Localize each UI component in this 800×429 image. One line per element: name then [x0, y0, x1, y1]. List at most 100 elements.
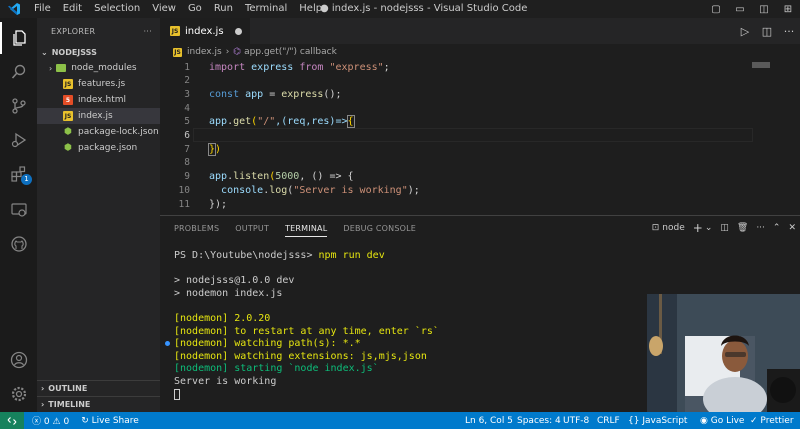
code-line: 2 [184, 75, 190, 87]
go-live-button[interactable]: ◉ Go Live [700, 416, 744, 426]
tab-terminal[interactable]: TERMINAL [285, 224, 328, 237]
folder-icon [56, 64, 67, 72]
menu-edit[interactable]: Edit [57, 0, 88, 18]
menu-file[interactable]: File [28, 0, 57, 18]
terminal-output[interactable]: PS D:\Youtube\nodejsss> npm run dev > no… [174, 250, 439, 401]
explorer-sidebar: EXPLORER ··· ⌄ NODEJSSS › node_modules J… [37, 18, 160, 412]
terminal-line: [nodemon] 2.0.20 [174, 312, 271, 324]
code-line: 11 }); [178, 198, 228, 210]
indentation[interactable]: Spaces: 4 [517, 416, 561, 426]
terminal-line: [nodemon] to restart at any time, enter … [174, 325, 439, 337]
tree-item-package-json[interactable]: ⬢ package.json [37, 140, 160, 156]
live-share-icon: ↻ [81, 415, 89, 426]
breadcrumb-symbol[interactable]: app.get("/") callback [244, 47, 337, 57]
settings-gear-icon[interactable] [0, 378, 37, 410]
code-line: 3 const app = express(); [184, 88, 342, 100]
run-debug-icon[interactable] [0, 124, 37, 156]
run-icon[interactable]: ▷ [734, 25, 756, 38]
command-decoration-icon [165, 341, 170, 346]
outline-section[interactable]: › OUTLINE [37, 380, 160, 396]
remote-indicator-icon[interactable] [0, 412, 24, 429]
tree-item-package-lock-json[interactable]: ⬢ package-lock.json [37, 124, 160, 140]
terminal-line: PS D:\Youtube\nodejsss> npm run dev [174, 250, 385, 261]
end-of-line[interactable]: CRLF [597, 416, 620, 426]
warning-icon: ⚠ [52, 417, 61, 427]
layout-panel-icon[interactable]: ▭ [728, 4, 752, 15]
tab-output[interactable]: OUTPUT [235, 224, 269, 237]
close-icon[interactable]: ✕ [788, 223, 796, 233]
tree-item-index-html[interactable]: 5 index.html [37, 92, 160, 108]
source-control-icon[interactable] [0, 90, 37, 122]
tree-item-label: features.js [78, 79, 126, 89]
window-controls: ▢ ▭ ◫ ⊞ [704, 0, 800, 18]
webcam-overlay [647, 294, 800, 412]
account-icon[interactable] [0, 344, 37, 376]
code-line: 5 app.get("/",(req,res)=>{ [184, 115, 355, 129]
tab-problems[interactable]: PROBLEMS [174, 224, 219, 237]
code-line: 8 [184, 157, 190, 169]
activity-bar: 1 [0, 18, 37, 412]
encoding[interactable]: UTF-8 [563, 416, 589, 426]
editor-tabs: JS index.js ▷ ◫ ··· [160, 18, 800, 44]
tab-label: index.js [185, 25, 224, 37]
github-icon[interactable] [0, 228, 37, 260]
status-bar: ⓧ 0 ⚠ 0 ↻ Live Share Ln 6, Col 5 Spaces:… [0, 412, 800, 429]
breadcrumb: JS index.js › ⌬ app.get("/") callback [160, 44, 800, 60]
tree-item-label: package.json [78, 143, 138, 153]
breadcrumb-file[interactable]: index.js [187, 47, 222, 57]
extensions-icon[interactable]: 1 [0, 158, 37, 190]
search-icon[interactable] [0, 56, 37, 88]
more-actions-icon[interactable]: ··· [756, 223, 765, 233]
new-terminal-icon[interactable]: + [693, 221, 703, 235]
layout-customize-icon[interactable]: ⊞ [776, 4, 800, 15]
menu-terminal[interactable]: Terminal [239, 0, 293, 18]
workspace-folder[interactable]: ⌄ NODEJSSS [37, 44, 160, 60]
explorer-icon[interactable] [0, 22, 37, 54]
code-line: 4 [184, 102, 190, 114]
live-share-button[interactable]: ↻ Live Share [81, 416, 139, 426]
tab-debug-console[interactable]: DEBUG CONSOLE [343, 224, 416, 237]
terminal-cursor [174, 388, 180, 400]
tree-item-node-modules[interactable]: › node_modules [37, 60, 160, 76]
chevron-down-icon[interactable]: ⌄ [705, 223, 713, 233]
more-actions-icon[interactable]: ··· [778, 25, 800, 38]
problems-status[interactable]: ⓧ 0 ⚠ 0 [32, 414, 69, 427]
more-actions-icon[interactable]: ··· [143, 27, 152, 36]
maximize-panel-icon[interactable]: ⌃ [773, 223, 781, 233]
chevron-right-icon: › [41, 384, 45, 393]
menu-go[interactable]: Go [182, 0, 208, 18]
code-line: 6 [184, 130, 190, 141]
broadcast-icon: ◉ [700, 415, 708, 426]
split-terminal-icon[interactable]: ◫ [720, 223, 729, 233]
panel-tabs: PROBLEMS OUTPUT TERMINAL DEBUG CONSOLE [174, 224, 432, 237]
cursor-position[interactable]: Ln 6, Col 5 [465, 416, 513, 426]
chevron-down-icon: ⌄ [41, 47, 48, 57]
language-mode[interactable]: {} JavaScript [628, 416, 687, 426]
unsaved-dot-icon[interactable] [235, 28, 242, 35]
split-editor-icon[interactable]: ◫ [756, 25, 778, 38]
tree-item-features-js[interactable]: JS features.js [37, 76, 160, 92]
prettier-status[interactable]: ✓ Prettier [750, 416, 794, 426]
menu-view[interactable]: View [146, 0, 182, 18]
layout-split-icon[interactable]: ◫ [752, 4, 776, 15]
layout-toggle-icon[interactable]: ▢ [704, 4, 728, 15]
chevron-right-icon: › [225, 47, 230, 57]
extensions-badge: 1 [21, 174, 32, 185]
code-line: 7 }) [184, 142, 222, 156]
trash-icon[interactable]: 🗑 [737, 223, 748, 233]
terminal-line: [nodemon] starting `node index.js` [174, 363, 379, 375]
terminal-name[interactable]: node [662, 223, 684, 233]
menu-selection[interactable]: Selection [88, 0, 146, 18]
menu-bar: File Edit Selection View Go Run Terminal… [28, 0, 328, 18]
tree-item-index-js[interactable]: JS index.js [37, 108, 160, 124]
remote-explorer-icon[interactable] [0, 194, 37, 226]
chevron-right-icon: › [49, 63, 53, 73]
menu-run[interactable]: Run [208, 0, 239, 18]
terminal-line: [nodemon] watching extensions: js,mjs,js… [174, 350, 427, 362]
timeline-section[interactable]: › TIMELINE [37, 396, 160, 412]
folder-label: NODEJSSS [51, 47, 97, 57]
tab-index-js[interactable]: JS index.js [160, 18, 250, 44]
explorer-header: EXPLORER ··· [37, 18, 160, 44]
code-editor[interactable]: 1 import express from "express"; 2 3 con… [160, 60, 800, 212]
terminal-icon: ⊡ [651, 223, 660, 233]
